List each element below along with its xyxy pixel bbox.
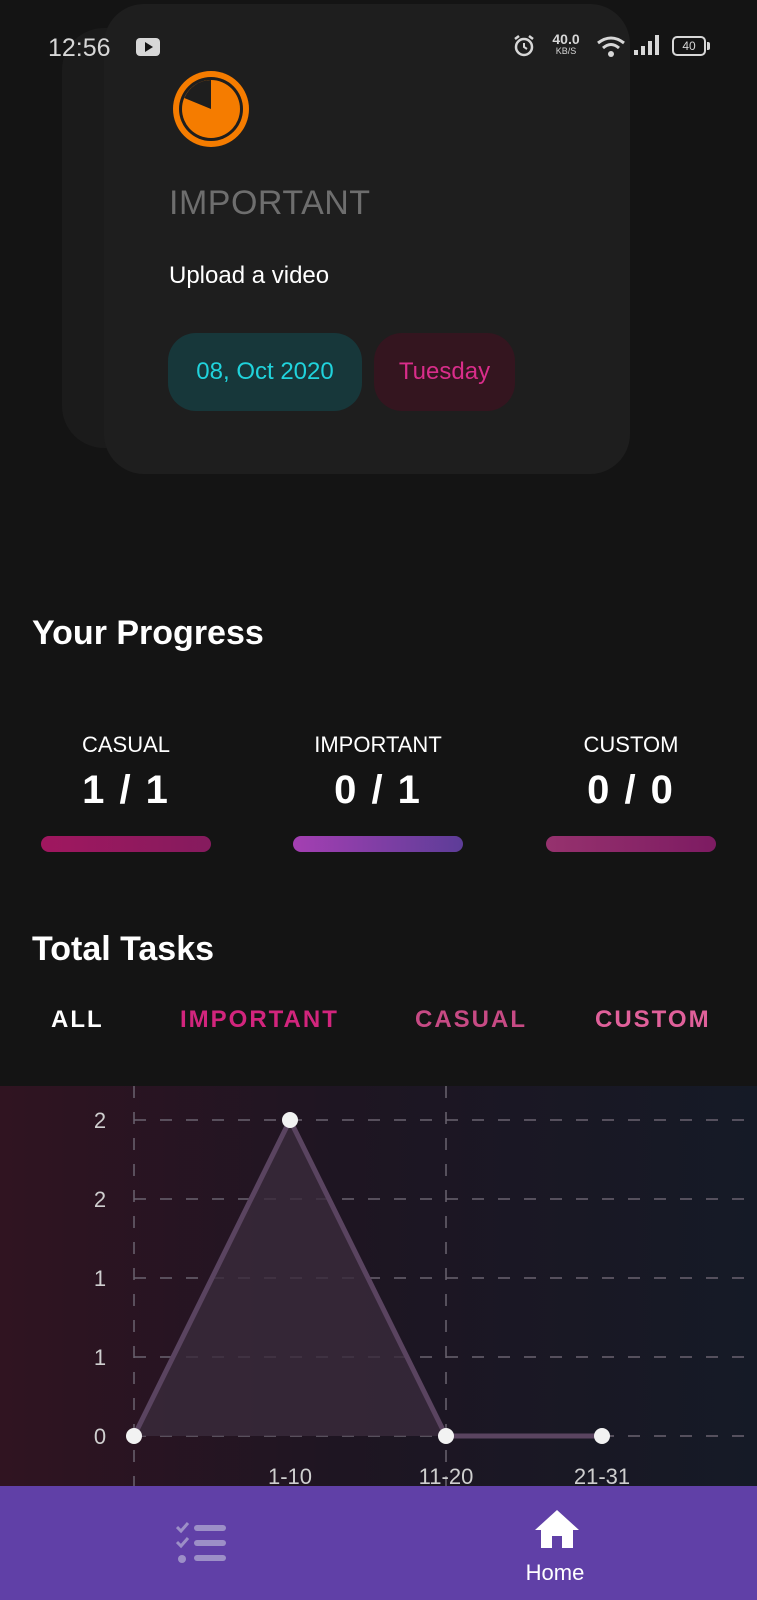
chart-y-tick-label: 2 [94, 1108, 106, 1133]
tasks-chart: 0 1 1 2 2 1-10 11-20 21-31 [0, 1086, 757, 1486]
task-title: Upload a video [169, 262, 330, 289]
battery-icon: 40 [672, 36, 710, 56]
chart-x-tick-label: 1-10 [268, 1464, 312, 1486]
tab-casual[interactable]: CASUAL [415, 1006, 527, 1034]
tab-all[interactable]: ALL [51, 1006, 104, 1034]
tab-important[interactable]: IMPORTANT [180, 1006, 339, 1034]
task-card[interactable]: IMPORTANT Upload a video 08, Oct 2020 Tu… [104, 4, 630, 474]
progress-casual: CASUAL 1 / 1 [41, 732, 211, 813]
chart-x-tick-label: 11-20 [419, 1464, 474, 1486]
progress-custom: CUSTOM 0 / 0 [546, 732, 716, 813]
progress-important: IMPORTANT 0 / 1 [293, 732, 463, 813]
chart-y-tick-label: 1 [94, 1266, 106, 1291]
checklist-icon [176, 1522, 226, 1563]
pie-timer-icon [170, 68, 252, 155]
progress-label: CASUAL [81, 732, 171, 757]
chart-point [126, 1428, 142, 1444]
tasks-chart-svg: 0 1 1 2 2 1-10 11-20 21-31 [94, 1086, 757, 1486]
chart-point [594, 1428, 610, 1444]
chart-x-tick-label: 21-31 [574, 1464, 630, 1486]
progress-title: Your Progress [32, 614, 264, 652]
progress-bar-custom [546, 836, 716, 852]
signal-icon [634, 34, 662, 61]
home-icon [535, 1510, 579, 1548]
nav-home-label: Home [525, 1560, 585, 1585]
total-tasks-title: Total Tasks [32, 930, 215, 968]
task-category: IMPORTANT [169, 184, 371, 222]
progress-bar-important [293, 836, 463, 852]
chart-y-tick-label: 0 [94, 1424, 106, 1449]
progress-label: IMPORTANT [314, 732, 442, 757]
chart-y-tick-label: 1 [94, 1345, 106, 1370]
nav-home[interactable]: Home [505, 1486, 605, 1600]
tab-custom[interactable]: CUSTOM [595, 1006, 711, 1034]
chart-y-tick-label: 2 [94, 1187, 106, 1212]
battery-level: 40 [672, 36, 706, 56]
task-day-chip: Tuesday [374, 333, 515, 411]
chart-point [438, 1428, 454, 1444]
bottom-nav: Home [0, 1486, 757, 1600]
chart-point [282, 1112, 298, 1128]
nav-tasks[interactable] [150, 1486, 250, 1600]
task-date-chip: 08, Oct 2020 [168, 333, 362, 411]
progress-bar-casual [41, 836, 211, 852]
progress-value: 0 / 0 [587, 768, 675, 812]
progress-value: 0 / 1 [334, 768, 422, 812]
progress-label: CUSTOM [583, 732, 679, 757]
progress-value: 1 / 1 [82, 768, 170, 812]
